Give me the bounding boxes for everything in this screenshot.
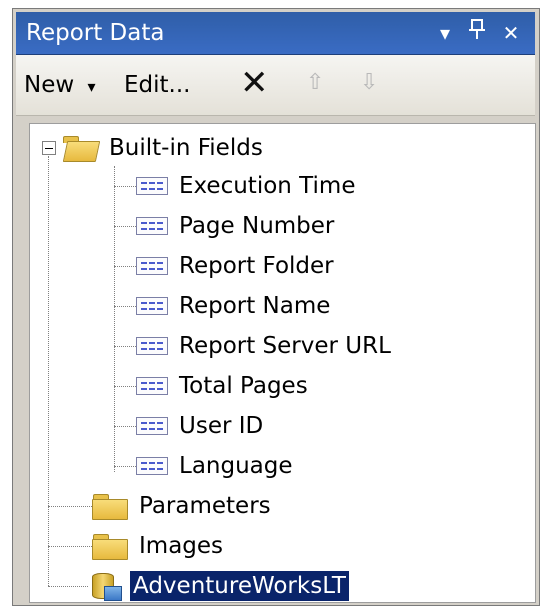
tree-item-report-name[interactable]: Report Name <box>136 288 333 324</box>
tree-item-label: Page Number <box>179 213 335 239</box>
tree-line <box>114 186 136 187</box>
auto-hide-pin-icon[interactable] <box>462 18 492 48</box>
tree-item-user-id[interactable]: User ID <box>136 408 266 444</box>
tree-item-label: Execution Time <box>179 173 356 199</box>
field-icon <box>136 177 168 195</box>
move-up-icon[interactable]: ⇧ <box>306 69 324 97</box>
field-icon <box>136 217 168 235</box>
tree-node-parameters[interactable]: Parameters <box>92 488 274 524</box>
tree-item-label: Report Folder <box>179 253 334 279</box>
tree-node-label: Built-in Fields <box>109 135 263 161</box>
new-button-label: New <box>24 72 75 98</box>
tree-line <box>48 506 92 507</box>
tree-node-images[interactable]: Images <box>92 528 226 564</box>
field-icon <box>136 257 168 275</box>
tree-line <box>114 306 136 307</box>
delete-icon[interactable]: ✕ <box>240 63 269 103</box>
tree-item-report-server-url[interactable]: Report Server URL <box>136 328 394 364</box>
tree-node-label: Images <box>139 533 224 559</box>
field-icon <box>136 377 168 395</box>
tree-line <box>114 466 136 467</box>
title-bar: Report Data ▾ ✕ <box>16 12 535 55</box>
tree-node-adventureworkslt[interactable]: AdventureWorksLT <box>88 568 350 604</box>
report-data-panel: Report Data ▾ ✕ New ▾ Edit... ✕ ⇧ ⇩ Buil… <box>12 8 540 606</box>
folder-icon <box>92 533 128 560</box>
tree-line <box>48 546 92 547</box>
window-position-dropdown-icon[interactable]: ▾ <box>430 18 460 48</box>
datasource-icon <box>88 571 124 601</box>
tree-item-label: Report Server URL <box>179 333 391 359</box>
toolbar: New ▾ Edit... ✕ ⇧ ⇩ <box>16 55 535 116</box>
tree-line <box>114 226 136 227</box>
tree-node-label: Parameters <box>139 493 271 519</box>
tree-line <box>114 386 136 387</box>
report-data-tree: Built-in Fields Execution Time Page Numb… <box>29 123 536 603</box>
move-down-icon[interactable]: ⇩ <box>360 69 378 97</box>
tree-node-label: AdventureWorksLT <box>129 570 350 602</box>
chevron-down-icon: ▾ <box>87 77 96 96</box>
tree-item-label: Report Name <box>179 293 331 319</box>
folder-icon <box>92 493 128 520</box>
tree-item-label: Language <box>179 453 293 479</box>
close-icon[interactable]: ✕ <box>496 18 526 48</box>
tree-item-page-number[interactable]: Page Number <box>136 208 337 244</box>
panel-title: Report Data <box>26 20 165 46</box>
tree-line <box>114 266 136 267</box>
collapse-icon[interactable] <box>42 141 56 155</box>
field-icon <box>136 457 168 475</box>
pin-icon <box>469 19 485 39</box>
field-icon <box>136 417 168 435</box>
new-button[interactable]: New ▾ <box>24 71 96 101</box>
tree-line <box>114 426 136 427</box>
tree-line <box>48 156 49 586</box>
tree-item-label: User ID <box>179 413 264 439</box>
edit-button[interactable]: Edit... <box>124 71 190 99</box>
tree-line <box>114 346 136 347</box>
tree-node-built-in-fields[interactable]: Built-in Fields <box>42 130 266 166</box>
folder-open-icon <box>62 135 101 162</box>
tree-item-language[interactable]: Language <box>136 448 296 484</box>
tree-line <box>48 586 88 587</box>
tree-item-execution-time[interactable]: Execution Time <box>136 168 358 204</box>
tree-item-report-folder[interactable]: Report Folder <box>136 248 337 284</box>
tree-item-label: Total Pages <box>179 373 308 399</box>
field-icon <box>136 337 168 355</box>
field-icon <box>136 297 168 315</box>
tree-item-total-pages[interactable]: Total Pages <box>136 368 311 404</box>
